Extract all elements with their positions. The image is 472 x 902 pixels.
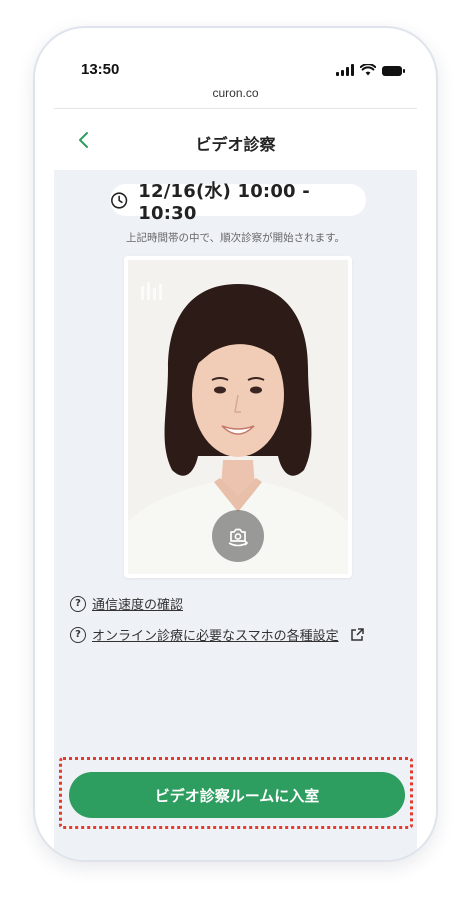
status-icons xyxy=(336,64,405,76)
speed-check-label: 通信速度の確認 xyxy=(92,598,184,613)
battery-icon xyxy=(382,66,405,76)
external-link-icon xyxy=(350,627,364,641)
status-time: 13:50 xyxy=(81,61,120,78)
enter-video-room-button[interactable]: ビデオ診察ルームに入室 xyxy=(69,772,405,818)
phone-frame: 13:50 curon.co ビデオ診察 12/16(水) 10:00 - 10… xyxy=(33,26,438,862)
status-bar: 13:50 xyxy=(35,28,436,88)
appointment-time-badge: 12/16(水) 10:00 - 10:30 xyxy=(110,181,366,224)
appointment-notice: 上記時間帯の中で、順次診察が開始されます。 xyxy=(125,232,346,244)
clock-icon xyxy=(111,191,128,209)
audio-level-icon xyxy=(141,282,162,300)
divider xyxy=(54,108,417,109)
page-title: ビデオ診察 xyxy=(195,135,276,154)
camera-preview xyxy=(128,260,348,574)
speed-check-link[interactable]: ? 通信速度の確認 xyxy=(70,594,183,613)
switch-camera-button[interactable] xyxy=(212,510,264,562)
appointment-time: 12/16(水) 10:00 - 10:30 xyxy=(138,180,310,224)
nav-bar: ビデオ診察 xyxy=(54,110,417,170)
wifi-icon xyxy=(360,64,376,76)
signal-icon xyxy=(336,64,354,76)
question-circle-icon: ? xyxy=(70,595,86,612)
camera-preview-card xyxy=(124,256,352,578)
smartphone-settings-link[interactable]: ? オンライン診療に必要なスマホの各種設定 xyxy=(70,625,365,644)
smartphone-settings-label: オンライン診療に必要なスマホの各種設定 xyxy=(92,629,339,644)
camera-switch-icon xyxy=(228,528,249,547)
question-circle-icon: ? xyxy=(70,626,86,643)
browser-url: curon.co xyxy=(212,86,259,100)
